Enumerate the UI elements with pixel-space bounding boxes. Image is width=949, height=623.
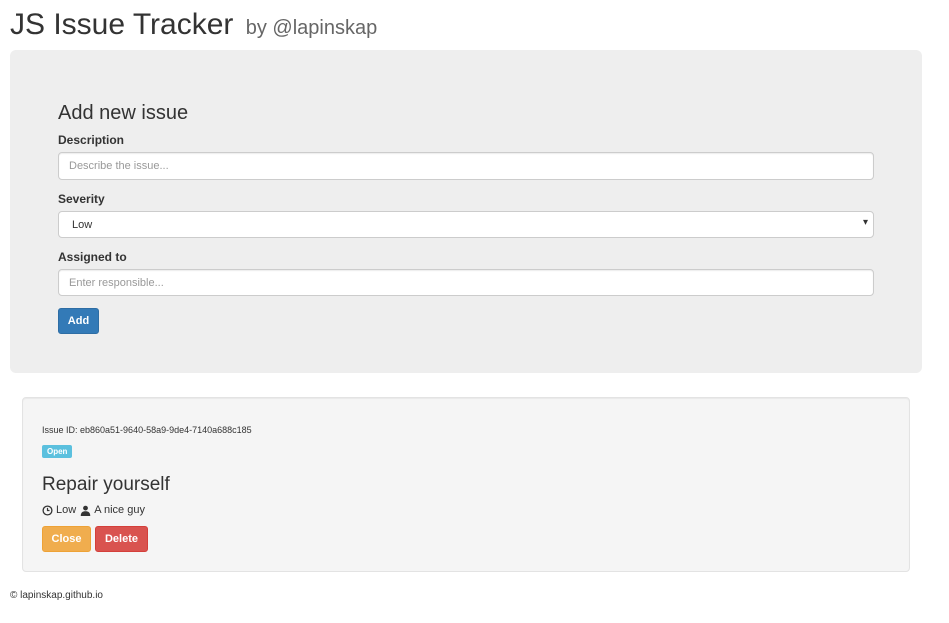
close-issue-button[interactable]: Close: [42, 526, 91, 552]
add-issue-panel: Add new issue Description Severity Low ▾…: [10, 50, 922, 373]
assigned-input[interactable]: [58, 269, 874, 296]
clock-icon: [42, 504, 53, 516]
page-title: JS Issue Tracker by @lapinskap: [10, 8, 377, 42]
footer-text: © lapinskap.github.io: [10, 590, 103, 601]
assigned-label: Assigned to: [58, 250, 127, 264]
add-button[interactable]: Add: [58, 308, 99, 334]
severity-label: Severity: [58, 192, 105, 206]
app-title: JS Issue Tracker: [10, 8, 234, 41]
issue-id: Issue ID: eb860a51-9640-58a9-9de4-7140a6…: [42, 425, 252, 435]
description-input[interactable]: [58, 152, 874, 180]
severity-select-value: Low: [72, 219, 93, 231]
issue-card: Issue ID: eb860a51-9640-58a9-9de4-7140a6…: [22, 397, 910, 572]
issue-severity: Low: [56, 504, 77, 516]
delete-issue-button[interactable]: Delete: [95, 526, 148, 552]
description-label: Description: [58, 133, 125, 147]
chevron-down-icon: ▾: [862, 217, 868, 228]
issue-title: Repair yourself: [42, 474, 170, 495]
form-heading: Add new issue: [58, 102, 189, 124]
status-badge: Open: [42, 445, 73, 458]
severity-select[interactable]: Low ▾: [58, 211, 874, 238]
issue-meta: Low A nice guy: [42, 504, 145, 516]
user-icon: [80, 505, 91, 516]
issue-assignee: A nice guy: [94, 504, 145, 516]
app-subtitle: by @lapinskap: [245, 17, 378, 39]
